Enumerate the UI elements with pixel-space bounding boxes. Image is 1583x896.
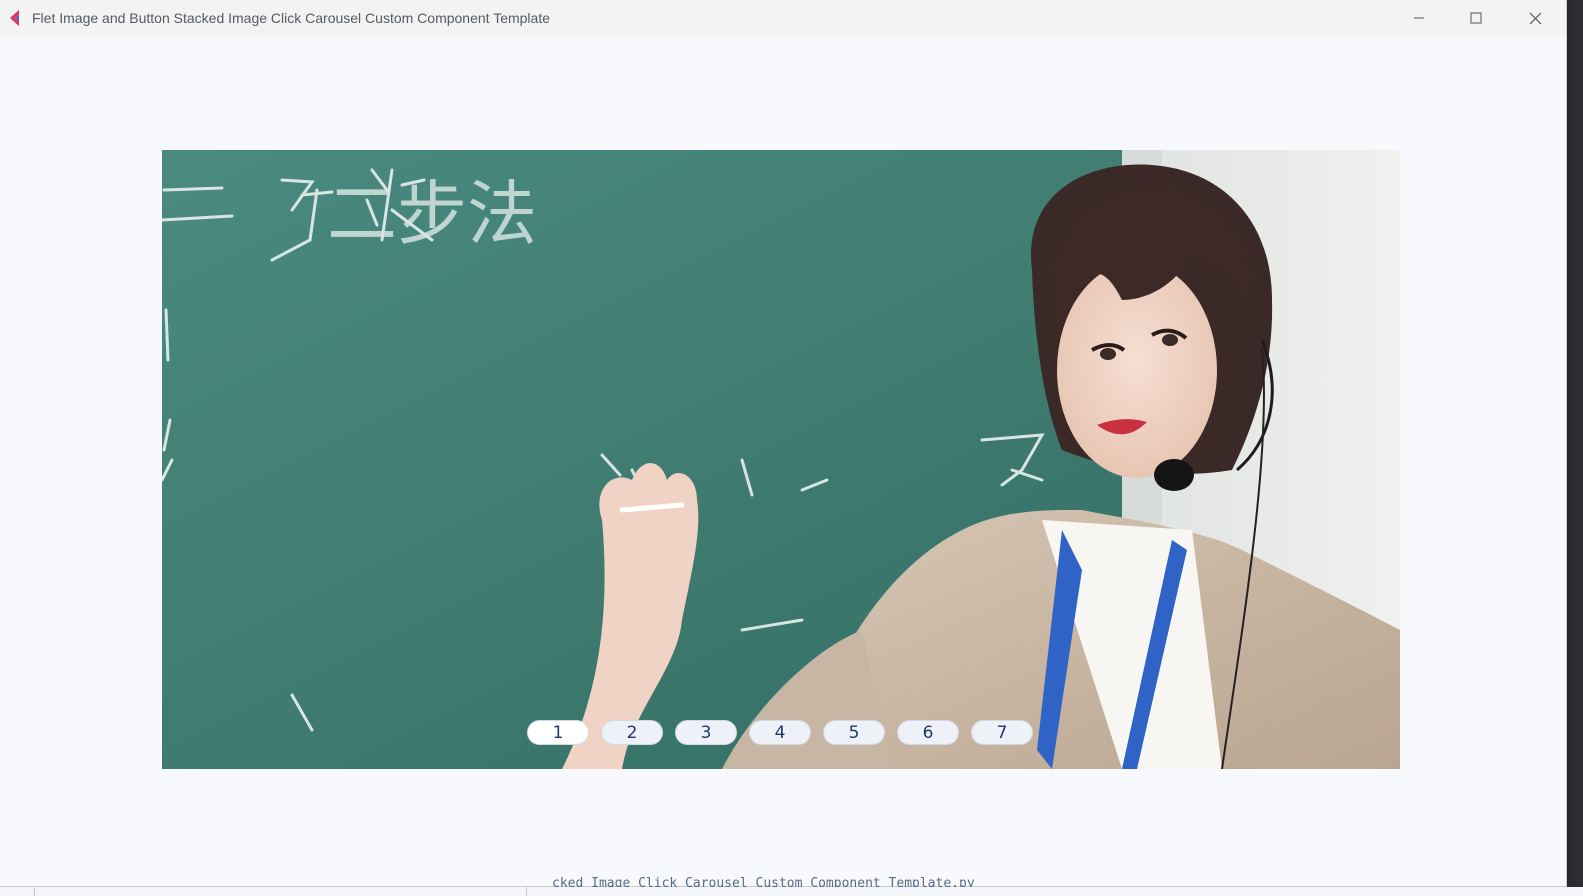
page-button-6[interactable]: 6 [897,720,959,745]
carousel-image[interactable]: 二步法 [162,150,1400,769]
page-button-7[interactable]: 7 [971,720,1033,745]
page-button-1[interactable]: 1 [527,720,589,745]
page-button-5[interactable]: 5 [823,720,885,745]
minimize-icon [1414,17,1424,19]
close-icon [1529,12,1541,24]
maximize-icon [1470,12,1482,24]
background-divider [34,887,35,896]
page-button-3[interactable]: 3 [675,720,737,745]
flet-logo-icon [10,10,19,26]
maximize-button[interactable] [1447,0,1505,36]
app-window: Flet Image and Button Stacked Image Clic… [0,0,1567,891]
title-bar[interactable]: Flet Image and Button Stacked Image Clic… [0,0,1566,36]
window-title: Flet Image and Button Stacked Image Clic… [32,10,550,26]
close-button[interactable] [1506,0,1564,36]
page-button-2[interactable]: 2 [601,720,663,745]
background-window-edge [0,887,1583,896]
background-divider [526,887,527,896]
image-carousel[interactable]: 二步法 1 2 3 4 5 6 7 [162,150,1400,769]
page-button-4[interactable]: 4 [749,720,811,745]
carousel-pager: 1 2 3 4 5 6 7 [527,720,1033,745]
chalk-text: 二步法 [327,173,537,255]
minimize-button[interactable] [1390,0,1448,36]
